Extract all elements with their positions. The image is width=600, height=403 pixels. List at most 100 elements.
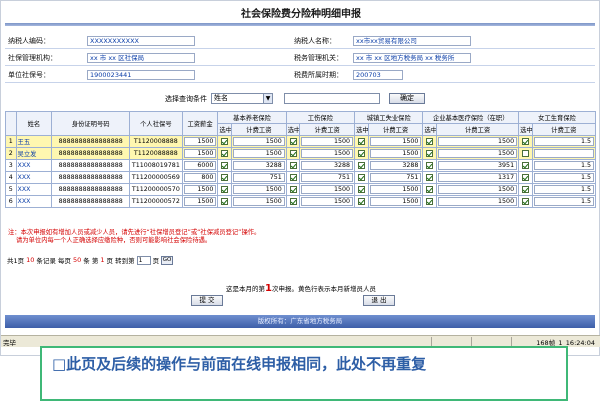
wage-input[interactable]: 1500: [183, 185, 217, 194]
table-row: 2 吴立发 8888888888888888 T1120088888 1500 1500 1…: [5, 147, 597, 160]
taxpayer-name-field[interactable]: xx市xx贸易有限公司: [353, 35, 471, 46]
select-checkbox[interactable]: [289, 173, 297, 181]
base-wage-input[interactable]: 1.5: [533, 197, 594, 206]
employee-name: XXX: [15, 159, 53, 172]
base-wage-input[interactable]: 1.5: [533, 173, 594, 182]
employee-name: XXX: [15, 195, 53, 208]
select-checkbox[interactable]: [521, 185, 529, 193]
query-condition-select[interactable]: 姓名 ▼: [211, 93, 273, 104]
select-checkbox[interactable]: [521, 197, 529, 205]
base-wage-input[interactable]: 3288: [369, 161, 422, 170]
base-wage-input[interactable]: 1500: [438, 185, 518, 194]
table-row: 3 XXX 8888888888888888 T11008019781 6000 3288…: [5, 159, 597, 172]
base-wage-input[interactable]: 1500: [301, 149, 354, 158]
base-wage-input[interactable]: 1500: [369, 149, 422, 158]
unit-no-field[interactable]: 1900023441: [87, 69, 195, 80]
select-checkbox[interactable]: [221, 185, 229, 193]
select-checkbox[interactable]: [289, 137, 297, 145]
base-wage-input[interactable]: 751: [233, 173, 285, 182]
exit-button[interactable]: 退 出: [363, 295, 395, 306]
wage-input[interactable]: 1500: [183, 197, 217, 206]
base-wage-input[interactable]: 1.5: [533, 161, 594, 170]
base-wage-input[interactable]: 1500: [369, 137, 422, 146]
base-wage-cell: 1.5: [531, 159, 597, 172]
select-cell: [518, 171, 533, 184]
base-wage-input[interactable]: 3951: [438, 161, 518, 170]
base-wage-input[interactable]: 1500: [438, 149, 518, 158]
select-checkbox[interactable]: [289, 197, 297, 205]
select-checkbox[interactable]: [521, 149, 529, 157]
instruction-caption: □此页及后续的操作与前面在线申报相同，此处不再重复: [40, 346, 568, 401]
select-checkbox[interactable]: [357, 173, 365, 181]
base-wage-input[interactable]: 1500: [369, 197, 422, 206]
base-wage-input[interactable]: [533, 149, 594, 158]
base-wage-input[interactable]: 1500: [438, 197, 518, 206]
base-wage-input[interactable]: 1500: [233, 197, 285, 206]
select-checkbox[interactable]: [221, 137, 229, 145]
go-button[interactable]: GO: [161, 255, 174, 265]
select-checkbox[interactable]: [289, 149, 297, 157]
base-wage-input[interactable]: 1.5: [533, 185, 594, 194]
select-checkbox[interactable]: [521, 161, 529, 169]
select-checkbox[interactable]: [521, 173, 529, 181]
select-cell: [422, 171, 438, 184]
wage-input[interactable]: 6000: [183, 161, 217, 170]
base-wage-input[interactable]: 3288: [233, 161, 285, 170]
select-checkbox[interactable]: [221, 149, 229, 157]
base-wage-input[interactable]: 1.5: [533, 137, 594, 146]
employee-name: 王五: [15, 135, 53, 148]
base-wage-cell: 1500: [299, 135, 356, 148]
base-wage-input[interactable]: 751: [369, 173, 422, 182]
query-input[interactable]: [284, 93, 380, 104]
goto-page-input[interactable]: 1: [136, 255, 151, 265]
base-wage-input[interactable]: 1500: [438, 137, 518, 146]
select-cell: [422, 159, 438, 172]
select-cell: [285, 159, 301, 172]
base-wage-cell: [531, 147, 597, 160]
base-wage-input[interactable]: 751: [301, 173, 354, 182]
taxpayer-id-field[interactable]: XXXXXXXXXXX: [87, 35, 195, 46]
base-wage-input[interactable]: 1317: [438, 173, 518, 182]
base-wage-input[interactable]: 1500: [233, 185, 285, 194]
select-checkbox[interactable]: [357, 137, 365, 145]
base-wage-input[interactable]: 1500: [301, 185, 354, 194]
chevron-down-icon[interactable]: ▼: [263, 94, 272, 103]
select-checkbox[interactable]: [521, 137, 529, 145]
base-wage-input[interactable]: 3288: [301, 161, 354, 170]
select-checkbox[interactable]: [426, 197, 434, 205]
select-checkbox[interactable]: [289, 161, 297, 169]
sub-select: 选中: [422, 123, 438, 136]
select-checkbox[interactable]: [221, 161, 229, 169]
wage-input[interactable]: 800: [183, 173, 217, 182]
select-checkbox[interactable]: [357, 197, 365, 205]
tax-org-field[interactable]: xx 市 xx 区地方税务局 xx 税务所: [353, 52, 471, 63]
select-checkbox[interactable]: [426, 161, 434, 169]
submit-button[interactable]: 提 交: [191, 295, 223, 306]
base-wage-input[interactable]: 1500: [233, 137, 285, 146]
select-checkbox[interactable]: [426, 137, 434, 145]
base-wage-input[interactable]: 1500: [369, 185, 422, 194]
wage-input[interactable]: 1500: [183, 137, 217, 146]
period-field[interactable]: 200703: [353, 69, 403, 80]
base-wage-input[interactable]: 1500: [301, 197, 354, 206]
base-wage-cell: 1500: [367, 147, 424, 160]
employee-name: 吴立发: [15, 147, 53, 160]
wage-input[interactable]: 1500: [183, 149, 217, 158]
select-checkbox[interactable]: [221, 197, 229, 205]
select-cell: [354, 171, 369, 184]
base-wage-input[interactable]: 1500: [233, 149, 285, 158]
select-checkbox[interactable]: [426, 173, 434, 181]
base-wage-cell: 751: [231, 171, 287, 184]
select-checkbox[interactable]: [426, 185, 434, 193]
select-checkbox[interactable]: [426, 149, 434, 157]
base-wage-input[interactable]: 1500: [301, 137, 354, 146]
si-org-field[interactable]: xx 市 xx 区社保局: [87, 52, 195, 63]
base-wage-cell: 3288: [299, 159, 356, 172]
select-checkbox[interactable]: [289, 185, 297, 193]
select-checkbox[interactable]: [221, 173, 229, 181]
taxpayer-name-label: 纳税人名称：: [294, 36, 336, 45]
select-checkbox[interactable]: [357, 161, 365, 169]
select-checkbox[interactable]: [357, 149, 365, 157]
query-confirm-button[interactable]: 确定: [389, 93, 425, 104]
select-checkbox[interactable]: [357, 185, 365, 193]
